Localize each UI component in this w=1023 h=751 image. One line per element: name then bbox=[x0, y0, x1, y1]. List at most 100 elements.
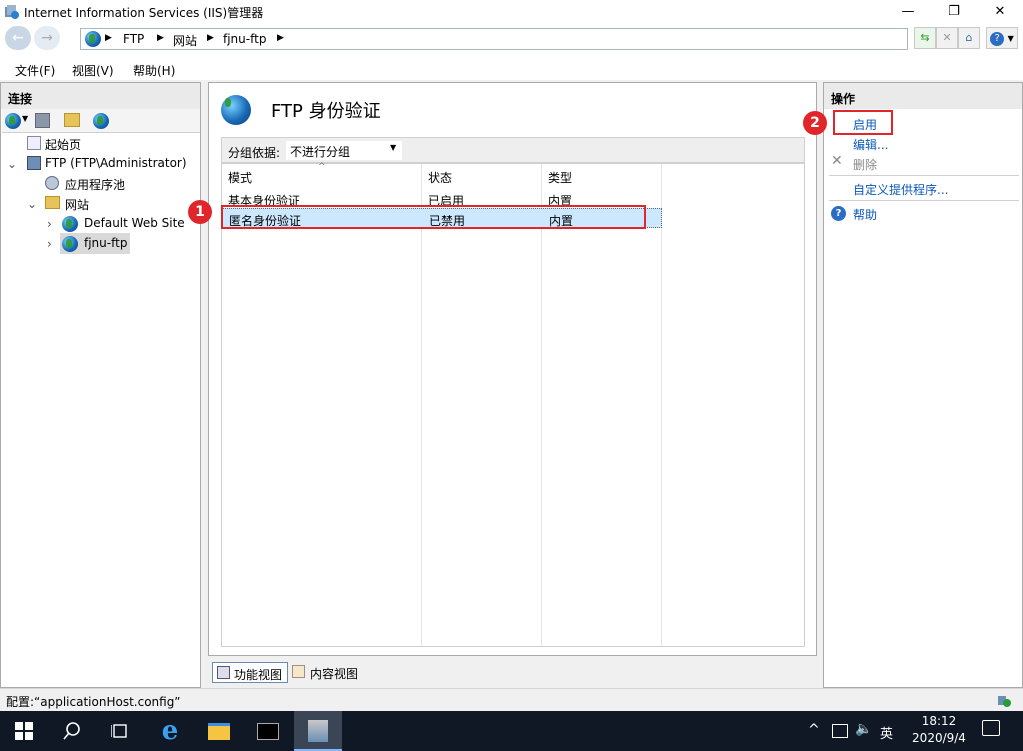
iis-app-icon bbox=[4, 4, 20, 20]
breadcrumb-sites[interactable]: 网站 bbox=[173, 32, 197, 49]
notification-center-icon[interactable] bbox=[982, 720, 1000, 736]
home-button[interactable]: ⌂ bbox=[958, 27, 980, 49]
clock-time: 18:12 bbox=[921, 714, 957, 728]
menu-help[interactable]: 帮助(H) bbox=[133, 62, 175, 79]
command-prompt-icon bbox=[257, 723, 279, 740]
minimize-button[interactable]: — bbox=[885, 0, 931, 24]
chevron-down-icon[interactable]: ▼ bbox=[22, 114, 28, 123]
expand-chevron-icon[interactable]: ⌄ bbox=[7, 157, 17, 171]
close-button[interactable]: ✕ bbox=[977, 0, 1023, 24]
cmd-taskbar-button[interactable] bbox=[244, 711, 292, 751]
internet-explorer-icon: e bbox=[161, 716, 179, 746]
chevron-down-icon: ▼ bbox=[1007, 34, 1014, 43]
menu-view[interactable]: 视图(V) bbox=[72, 62, 114, 79]
column-header-status[interactable]: 状态 bbox=[428, 169, 452, 186]
app-pool-icon bbox=[45, 176, 59, 190]
website-globe-icon bbox=[62, 216, 78, 232]
annotation-badge-2: 2 bbox=[803, 111, 827, 135]
task-view-button[interactable] bbox=[96, 711, 144, 751]
tray-show-hidden-icon[interactable]: ^ bbox=[808, 722, 820, 738]
help-dropdown-button[interactable]: ? ▼ bbox=[986, 27, 1018, 49]
network-icon[interactable] bbox=[832, 724, 848, 738]
ime-indicator[interactable]: 英 bbox=[880, 723, 893, 742]
feature-pane: FTP 身份验证 分组依据: 不进行分组 ▼ ^ 模式 状态 类型 基本身份验证… bbox=[208, 82, 817, 656]
arrow-right-icon: → bbox=[41, 30, 53, 46]
back-button[interactable]: ← bbox=[5, 26, 31, 50]
task-view-icon bbox=[110, 724, 127, 738]
breadcrumb-ftp[interactable]: FTP bbox=[123, 32, 144, 46]
tree-item-fjnu-ftp[interactable]: fjnu-ftp bbox=[84, 236, 127, 250]
content-view-icon bbox=[292, 665, 305, 678]
feature-view-icon bbox=[217, 666, 230, 679]
group-bar: 分组依据: 不进行分组 ▼ bbox=[221, 137, 805, 163]
custom-providers-action[interactable]: 自定义提供程序... bbox=[853, 181, 948, 198]
tree-item-server[interactable]: FTP (FTP\Administrator) bbox=[45, 156, 187, 170]
sort-ascending-icon: ^ bbox=[318, 162, 326, 172]
stop-button[interactable]: ✕ bbox=[936, 27, 958, 49]
delete-action: 删除 bbox=[853, 158, 878, 172]
website-globe-icon bbox=[62, 236, 78, 252]
help-icon: ? bbox=[990, 32, 1005, 46]
network-icon: ⇆ bbox=[920, 31, 930, 44]
expand-chevron-icon[interactable]: ⌄ bbox=[27, 197, 37, 211]
help-action[interactable]: 帮助 bbox=[853, 206, 877, 223]
connections-pane: 连接 ▼ 起始页 ⌄ FTP (FTP\Administrator) 应用程序池… bbox=[0, 82, 201, 688]
stop-icon: ✕ bbox=[942, 31, 952, 44]
menu-bar: 文件(F) 视图(V) 帮助(H) bbox=[0, 58, 1023, 80]
restore-button[interactable]: ❐ bbox=[931, 0, 977, 24]
annotation-badge-1: 1 bbox=[188, 200, 212, 224]
globe-icon bbox=[85, 31, 101, 47]
search-button[interactable] bbox=[48, 711, 96, 751]
file-explorer-taskbar-button[interactable] bbox=[195, 711, 243, 751]
tree-item-sites[interactable]: 网站 bbox=[65, 196, 89, 213]
start-button[interactable] bbox=[0, 711, 48, 751]
disconnect-icon[interactable] bbox=[93, 113, 109, 129]
collapse-chevron-icon[interactable]: › bbox=[47, 217, 52, 231]
tree-item-default-web-site[interactable]: Default Web Site bbox=[84, 216, 185, 230]
collapse-chevron-icon[interactable]: › bbox=[47, 237, 52, 251]
address-bar[interactable]: ▶ FTP ▶ 网站 ▶ fjnu-ftp ▶ bbox=[80, 28, 908, 50]
divider bbox=[829, 200, 1019, 201]
group-by-value: 不进行分组 bbox=[290, 145, 351, 159]
iis-manager-icon bbox=[308, 720, 328, 742]
column-header-mode[interactable]: 模式 bbox=[228, 169, 252, 186]
status-bar: 配置:“applicationHost.config” bbox=[0, 688, 1023, 711]
search-icon bbox=[63, 722, 80, 740]
column-header-type[interactable]: 类型 bbox=[548, 169, 572, 186]
clock[interactable]: 18:12 2020/9/4 bbox=[910, 714, 968, 745]
forward-button[interactable]: → bbox=[34, 26, 60, 50]
tree-item-app-pools[interactable]: 应用程序池 bbox=[65, 176, 125, 193]
refresh-connection-button[interactable]: ⇆ bbox=[914, 27, 936, 49]
save-icon[interactable] bbox=[35, 113, 50, 128]
divider bbox=[829, 175, 1019, 176]
page-title: FTP 身份验证 bbox=[271, 101, 381, 122]
folder-up-icon[interactable] bbox=[64, 113, 80, 127]
auth-list: ^ 模式 状态 类型 基本身份验证 已启用 内置 匿名身份验证 已禁用 内置 bbox=[221, 162, 805, 647]
edit-action[interactable]: 编辑... bbox=[853, 136, 888, 153]
folder-icon bbox=[208, 723, 230, 740]
volume-muted-icon[interactable]: 🔈 bbox=[855, 721, 872, 737]
start-page-icon bbox=[27, 136, 41, 150]
breadcrumb-fjnu-ftp[interactable]: fjnu-ftp bbox=[223, 32, 266, 46]
actions-pane: 操作 启用 编辑... ✕ 删除 自定义提供程序... ? 帮助 bbox=[823, 82, 1023, 688]
annotation-box-row bbox=[221, 205, 646, 229]
ftp-globe-icon bbox=[221, 95, 251, 125]
tree-item-start-page[interactable]: 起始页 bbox=[45, 136, 81, 153]
ie-taskbar-button[interactable]: e bbox=[146, 711, 194, 751]
connect-globe-icon[interactable] bbox=[5, 113, 21, 129]
feature-view-tab[interactable]: 功能视图 bbox=[212, 662, 288, 683]
clock-date: 2020/9/4 bbox=[912, 731, 966, 745]
sites-folder-icon bbox=[45, 196, 60, 209]
delete-x-icon: ✕ bbox=[831, 153, 843, 169]
server-icon bbox=[27, 156, 41, 170]
iis-manager-taskbar-button[interactable] bbox=[294, 711, 342, 751]
title-bar: Internet Information Services (IIS)管理器 —… bbox=[0, 0, 1023, 24]
content-view-tab[interactable]: 内容视图 bbox=[292, 662, 368, 683]
window-title: Internet Information Services (IIS)管理器 bbox=[24, 6, 264, 20]
group-by-dropdown[interactable]: 不进行分组 ▼ bbox=[286, 141, 402, 160]
menu-file[interactable]: 文件(F) bbox=[15, 62, 55, 79]
annotation-box-enable bbox=[833, 110, 893, 135]
windows-logo-icon bbox=[15, 722, 33, 740]
connections-header: 连接 bbox=[1, 83, 200, 109]
arrow-left-icon: ← bbox=[12, 30, 24, 46]
